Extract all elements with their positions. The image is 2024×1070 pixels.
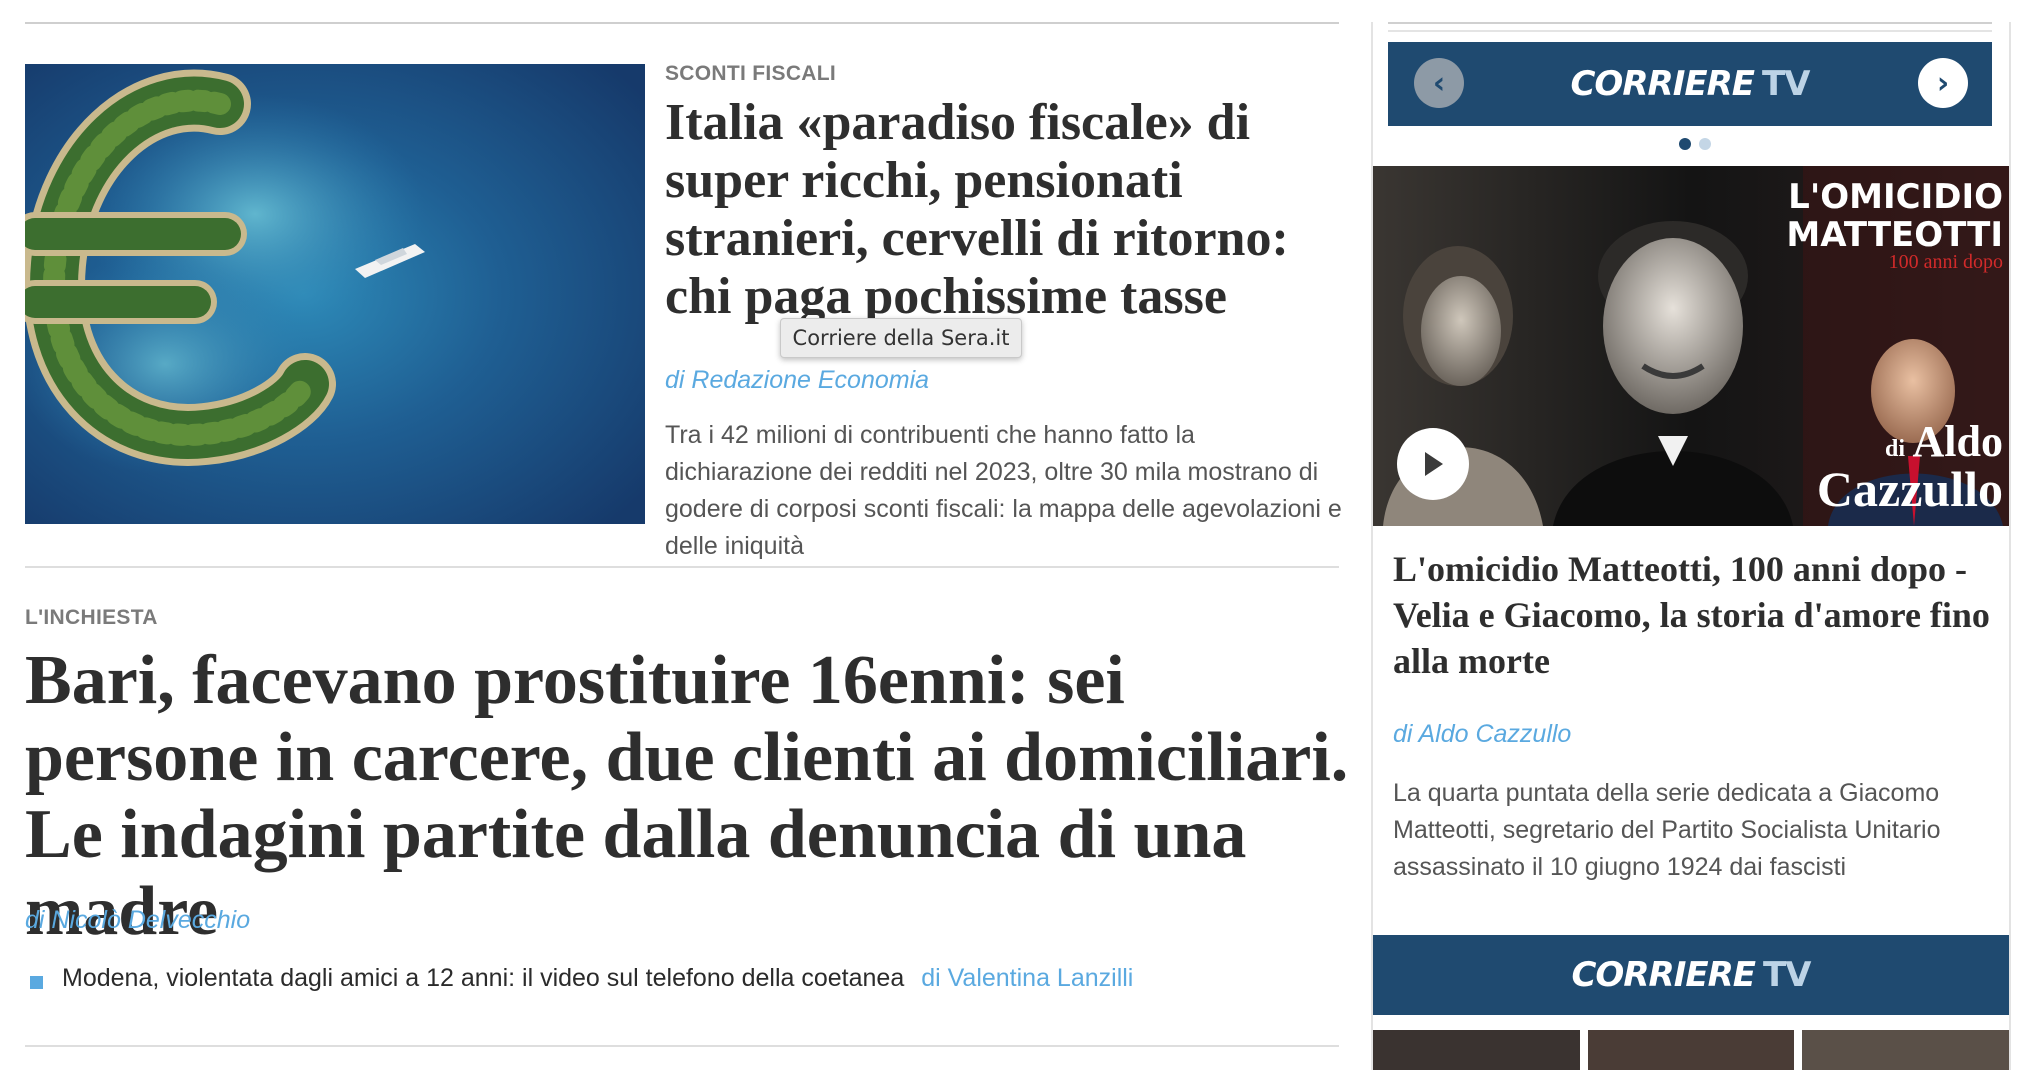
prev-arrow-icon[interactable]: ‹ [1414, 58, 1464, 108]
video-summary: La quarta puntata della serie dedicata a… [1393, 779, 1941, 881]
video-overlay-line2: MATTEOTTI [1786, 215, 2003, 255]
video-thumbnail[interactable]: L'OMICIDIO MATTEOTTI 100 anni dopo di Al… [1373, 166, 2009, 526]
related-bullet-icon [30, 976, 43, 989]
second-story-title[interactable]: Bari, facevano prostituire 16enni: sei p… [25, 642, 1355, 950]
link-tooltip: Corriere della Sera.it [780, 318, 1022, 358]
related-story-title[interactable]: Modena, violentata dagli amici a 12 anni… [62, 964, 904, 992]
brand-main: CORRIERE [1570, 64, 1754, 104]
related-story-author[interactable]: di Valentina Lanzilli [921, 964, 1133, 992]
video-overlay-author-last: Cazzullo [1817, 461, 2003, 517]
video-author[interactable]: di Aldo Cazzullo [1393, 720, 1571, 749]
second-story-author[interactable]: di Nicolò Delvecchio [25, 906, 250, 935]
video-overlay-line1: L'OMICIDIO [1788, 177, 2003, 217]
video-thumbnails-row [1373, 1030, 2010, 1070]
corriere-tv-logo[interactable]: CORRIERE TV [1388, 42, 1992, 126]
brand-tv-2: TV [1762, 955, 1812, 995]
bottom-divider [25, 1045, 1339, 1047]
video-still-illustration: L'OMICIDIO MATTEOTTI 100 anni dopo di Al… [1373, 166, 2009, 526]
corriere-tv-header: CORRIERE TV ‹ › [1388, 42, 1992, 126]
story-divider [25, 566, 1339, 568]
euro-islands-illustration [25, 64, 645, 524]
corriere-tv-logo-2[interactable]: CORRIERE TV [1373, 935, 2009, 1015]
lead-story-author[interactable]: di Redazione Economia [665, 366, 929, 395]
brand-main-2: CORRIERE [1571, 955, 1755, 995]
video-thumbnail-1[interactable] [1373, 1030, 1580, 1070]
video-thumbnail-2[interactable] [1587, 1030, 1795, 1070]
video-title[interactable]: L'omicidio Matteotti, 100 anni dopo - Ve… [1393, 546, 1993, 684]
carousel-dot[interactable] [1699, 138, 1711, 150]
sidebar-top-divider [1388, 22, 1992, 24]
video-overlay-di: di [1885, 436, 1905, 462]
lead-story-title[interactable]: Italia «paradiso fiscale» di super ricch… [665, 94, 1325, 326]
lead-story-image[interactable] [25, 64, 645, 524]
carousel-dot-active[interactable] [1679, 138, 1691, 150]
top-divider [25, 22, 1339, 24]
sidebar-border-right [2009, 22, 2011, 1070]
video-overlay-subtitle: 100 anni dopo [1889, 251, 2003, 273]
video-overlay-author-first: Aldo [1913, 417, 2003, 466]
next-arrow-icon[interactable]: › [1918, 58, 1968, 108]
corriere-tv-section-header: CORRIERE TV [1373, 935, 2009, 1015]
lead-story-kicker[interactable]: SCONTI FISCALI [665, 62, 836, 86]
second-story-kicker[interactable]: L'INCHIESTA [25, 606, 158, 630]
play-icon[interactable] [1397, 428, 1469, 500]
related-story[interactable]: Modena, violentata dagli amici a 12 anni… [62, 964, 1133, 993]
sidebar-top-divider-2 [1388, 30, 1992, 32]
brand-tv: TV [1761, 64, 1811, 104]
lead-story-summary: Tra i 42 milioni di contribuenti che han… [665, 421, 1342, 560]
video-thumbnail-3[interactable] [1802, 1030, 2010, 1070]
